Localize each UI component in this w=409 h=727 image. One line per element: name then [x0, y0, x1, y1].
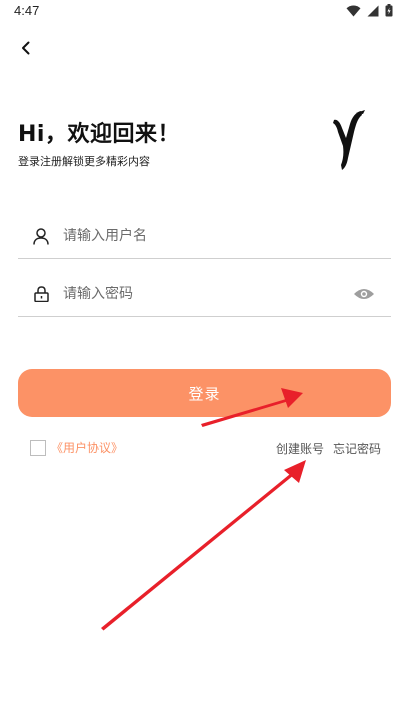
arrow-to-create-account — [101, 460, 306, 631]
user-icon — [30, 225, 52, 247]
user-agreement-link[interactable]: 《用户协议》 — [51, 439, 123, 456]
signal-icon — [367, 5, 379, 16]
create-account-link[interactable]: 创建账号 — [276, 440, 324, 457]
wifi-icon — [346, 5, 361, 16]
login-button[interactable]: 登录 — [18, 369, 391, 417]
chevron-left-icon — [22, 41, 30, 55]
eye-icon[interactable] — [351, 283, 377, 305]
agreement-row: 《用户协议》 — [30, 439, 123, 456]
account-links: 创建账号 忘记密码 — [276, 440, 381, 457]
status-icons — [346, 4, 393, 17]
username-input[interactable] — [63, 228, 391, 244]
brand-logo — [333, 110, 365, 170]
username-field[interactable] — [18, 214, 391, 259]
back-button[interactable] — [14, 36, 38, 60]
welcome-subtitle: 登录注册解锁更多精彩内容 — [18, 155, 150, 168]
status-time: 4:47 — [14, 3, 40, 18]
forgot-password-link[interactable]: 忘记密码 — [333, 440, 381, 457]
lock-icon — [30, 283, 52, 305]
password-field[interactable] — [18, 272, 391, 317]
agreement-checkbox[interactable] — [30, 439, 46, 456]
status-bar: 4:47 — [0, 0, 409, 24]
battery-icon — [385, 4, 393, 17]
password-input[interactable] — [63, 286, 351, 302]
welcome-greeting: Hi，欢迎回来！ — [18, 122, 180, 147]
